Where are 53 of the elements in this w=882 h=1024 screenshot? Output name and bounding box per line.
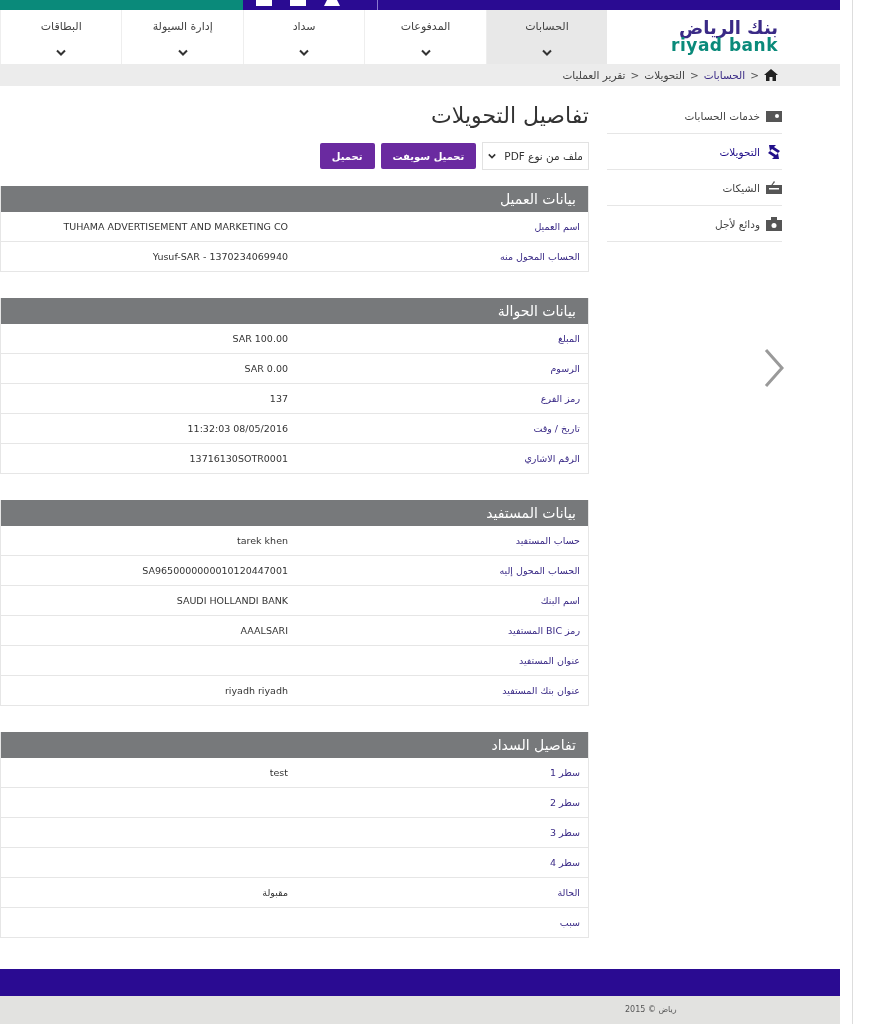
field-label: الحساب المحول منه <box>498 251 581 263</box>
section-header: بيانات الحوالة <box>1 298 588 325</box>
field-label: رمز الفرع <box>539 393 581 405</box>
field-label: الحالة <box>556 887 581 899</box>
field-label: المبلغ <box>556 333 581 345</box>
breadcrumb-separator: > <box>630 69 640 82</box>
nav-tab[interactable]: الحسابات <box>485 10 608 64</box>
field-value: 11:32:03 08/05/2016 <box>186 423 288 435</box>
field-label: اسم العميل <box>533 221 581 233</box>
field-label: حساب المستفيد <box>514 535 581 547</box>
field-value: SA9650000000010120447001 <box>141 565 288 577</box>
breadcrumb-link[interactable]: الحسابات <box>703 69 746 82</box>
download-button[interactable]: تحميل سويفت <box>380 143 477 170</box>
field-label: عنوان المستفيد <box>517 655 581 667</box>
field-label: تاريخ / وقت <box>532 423 581 435</box>
field-value: SAR 100.00 <box>231 333 288 345</box>
sidebar-item[interactable]: خدمات الحسابات <box>607 98 782 135</box>
field-label: الحساب المحول إليه <box>498 565 581 577</box>
sidebar-item[interactable]: الشيكات <box>607 170 782 207</box>
breadcrumb-item: تقرير العمليات <box>562 69 626 82</box>
field-label: رمز BIC المستفيد <box>507 625 581 637</box>
download-button[interactable]: تحميل <box>319 143 375 170</box>
section-header: تفاصيل السداد <box>1 732 588 759</box>
field-value: SAUDI HOLLANDI BANK <box>175 595 288 607</box>
field-label: سطر 4 <box>548 857 581 869</box>
field-value: tarek khen <box>236 535 288 547</box>
sidebar-item[interactable]: ودائع لأجل <box>607 206 782 243</box>
field-value: 13716130SOTR0001 <box>188 453 288 465</box>
field-value: test <box>268 767 288 779</box>
field-value: riyadh riyadh <box>223 685 288 697</box>
breadcrumb-separator: > <box>689 69 699 82</box>
field-value: مقبولة <box>261 887 288 899</box>
field-value: TUHAMA ADVERTISEMENT AND MARKETING CO <box>62 221 288 233</box>
field-label: سطر 3 <box>548 827 581 839</box>
field-label: عنوان بنك المستفيد <box>501 685 581 697</box>
page-title: تفاصيل التحويلات <box>430 102 589 131</box>
section-header: بيانات المستفيد <box>1 500 588 527</box>
copyright-text: رياض © 2015 <box>625 1005 677 1015</box>
field-label: سطر 1 <box>548 767 581 779</box>
field-value: 137 <box>268 393 288 405</box>
file-type-dropdown[interactable]: ملف من نوع PDF <box>482 142 589 171</box>
field-label: سبب <box>558 917 581 929</box>
field-value: SAR 0.00 <box>243 363 288 375</box>
field-label: اسم البنك <box>539 595 581 607</box>
field-label: الرسوم <box>549 363 581 375</box>
field-label: سطر 2 <box>548 797 581 809</box>
field-label: الرقم الاشاري <box>523 453 581 465</box>
field-value: AAALSARI <box>239 625 288 637</box>
breadcrumb-item: التحويلات <box>644 69 685 82</box>
sidebar-item[interactable]: التحويلات <box>607 134 782 171</box>
section-header: بيانات العميل <box>1 186 588 213</box>
breadcrumb-separator: > <box>750 69 759 82</box>
field-value: Yusuf-SAR - 1370234069940 <box>151 251 288 263</box>
